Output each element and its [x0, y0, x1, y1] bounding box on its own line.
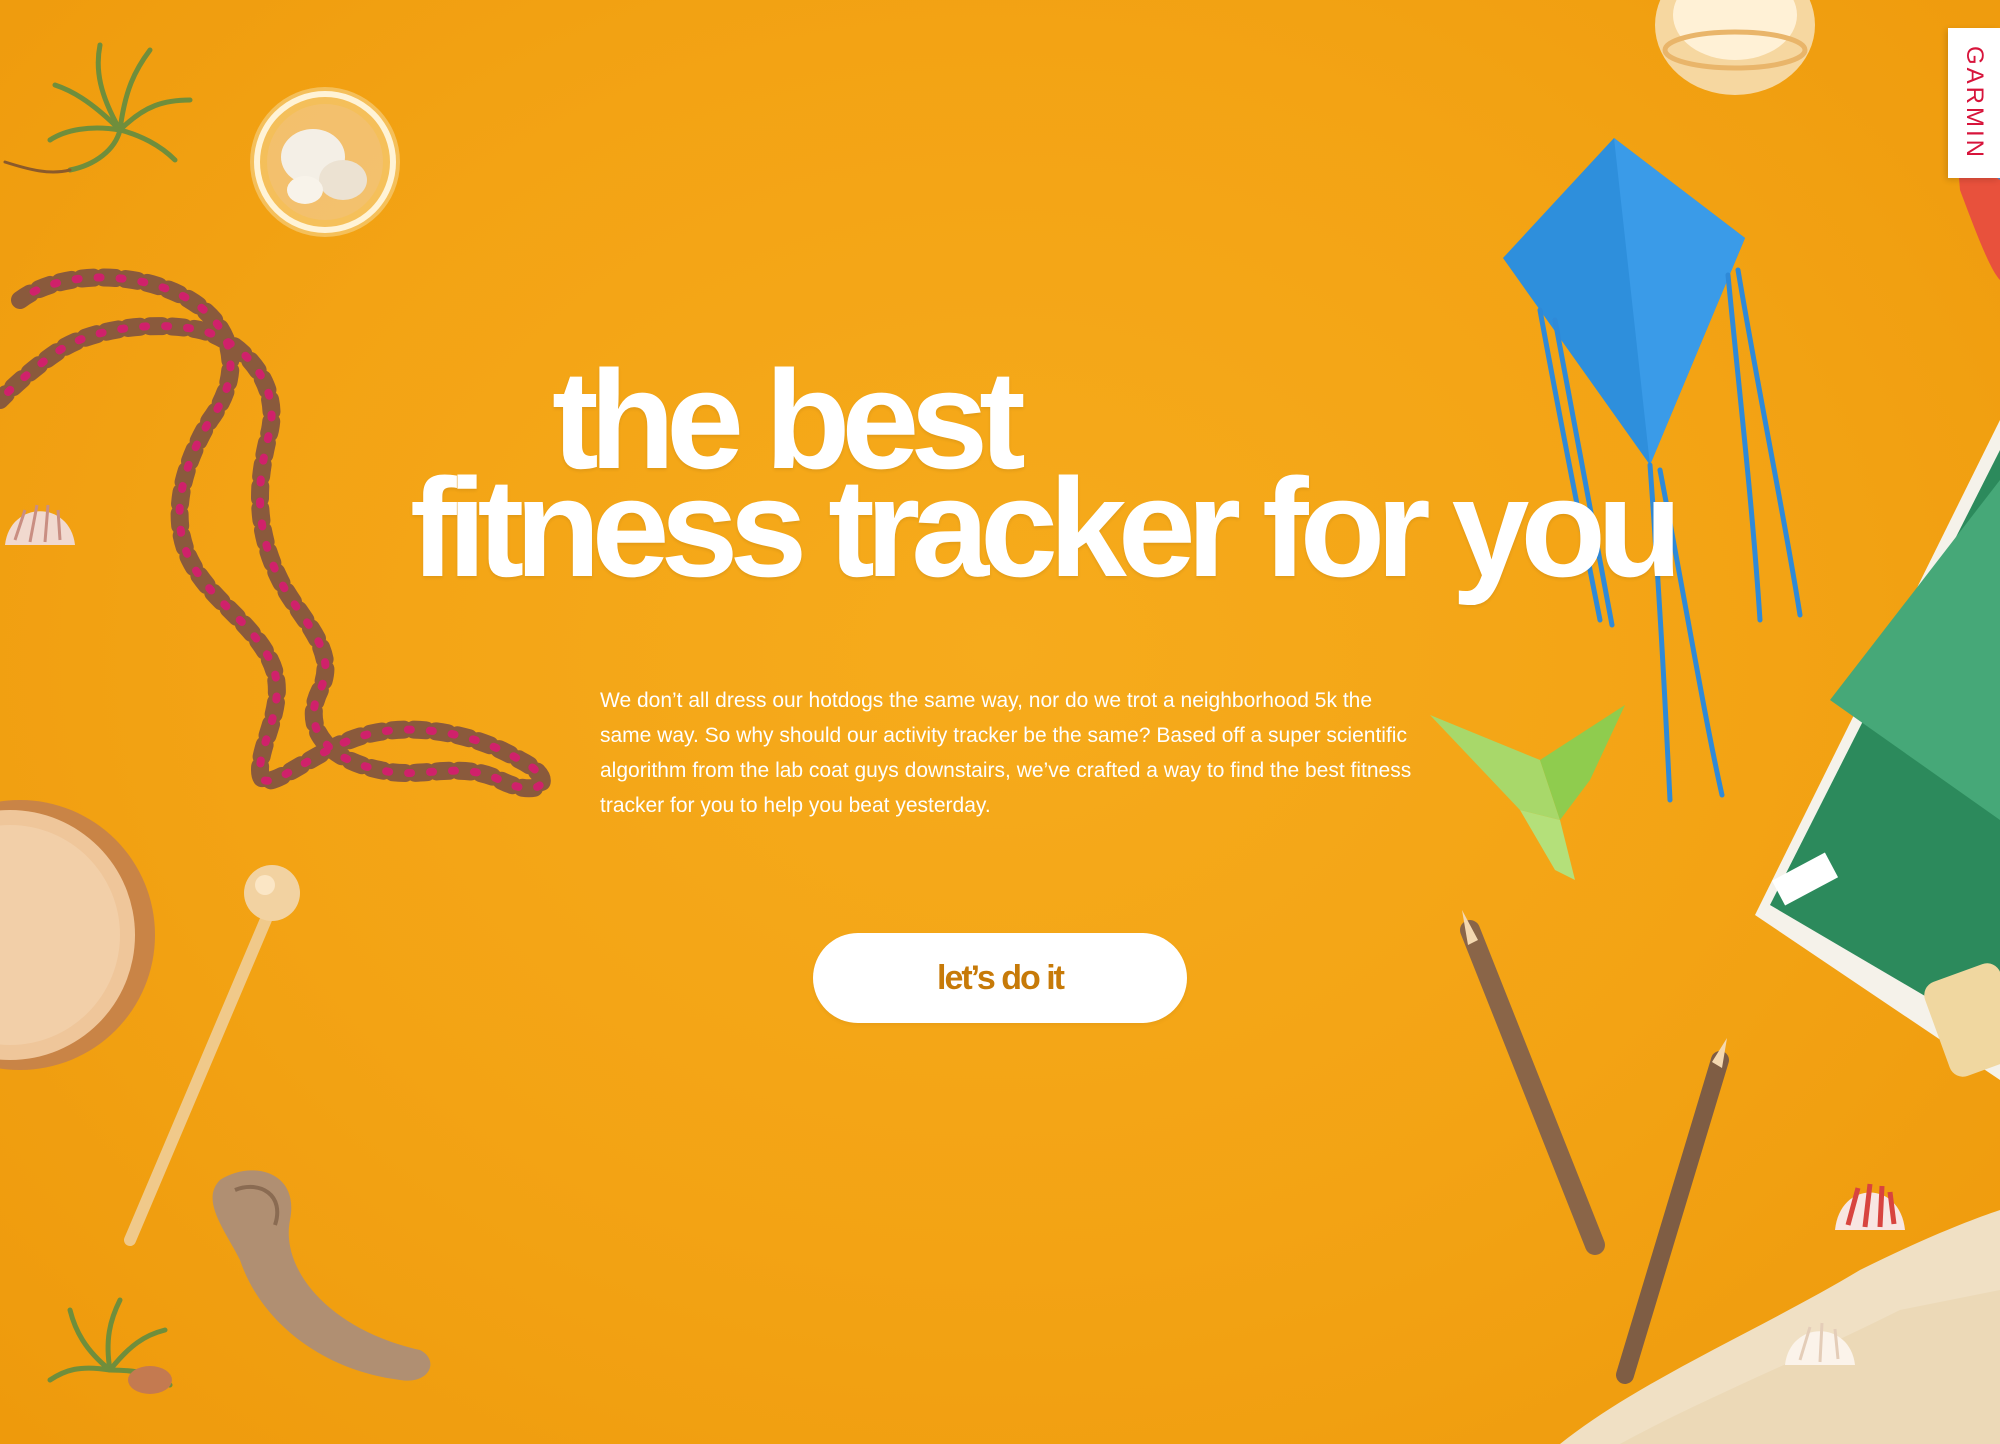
driftwood-icon: [212, 1170, 431, 1381]
hero-title-line-2: fitness tracker for you: [410, 449, 1682, 606]
seashell-icon: [1835, 1183, 1905, 1230]
candle-jar-icon: [1655, 0, 1815, 95]
garmin-logo: GARMIN: [1961, 46, 1988, 160]
air-plant-icon: [3, 42, 193, 174]
sand-icon: [1560, 1210, 2000, 1444]
intro-paragraph: We don’t all dress our hotdogs the same …: [600, 689, 1412, 817]
seashell-icon: [5, 504, 75, 545]
lets-do-it-button[interactable]: let’s do it: [813, 933, 1187, 1023]
air-plant-icon: [47, 1297, 173, 1394]
origami-bird-icon: [1430, 705, 1625, 880]
garmin-logo-tab[interactable]: GARMIN: [1948, 28, 2000, 178]
twig-pencil-icon: [1460, 910, 1729, 1384]
drum-icon: [0, 800, 155, 1070]
shell-jar-icon: [250, 87, 400, 237]
